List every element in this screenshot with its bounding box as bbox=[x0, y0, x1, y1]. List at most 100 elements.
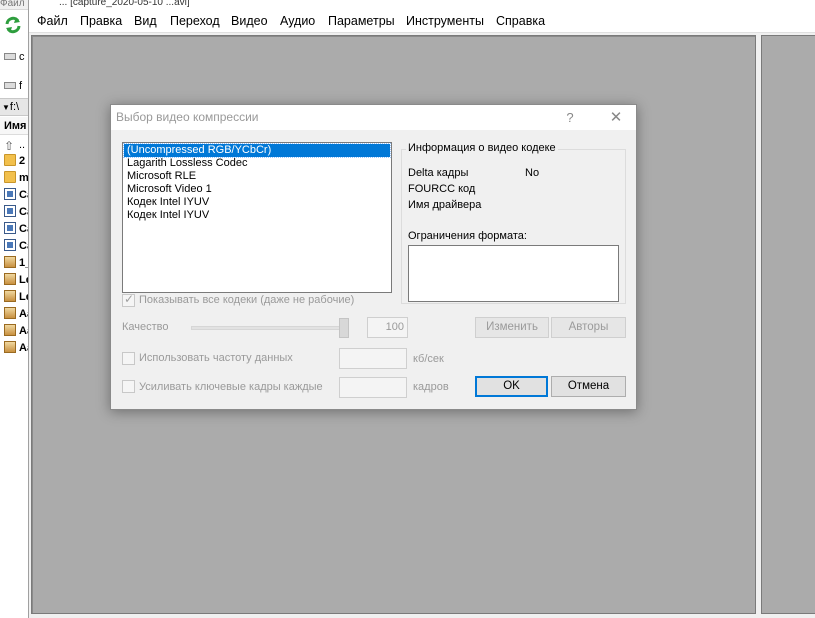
chevron-down-icon: ▼ bbox=[2, 103, 10, 112]
drive-icon bbox=[4, 53, 16, 60]
file-list-item[interactable]: Aa bbox=[0, 323, 28, 339]
codec-list-item[interactable]: Кодек Intel IYUV bbox=[124, 196, 390, 209]
folder-icon bbox=[4, 154, 16, 166]
file-list-item[interactable]: Le bbox=[0, 289, 28, 305]
path-label: f:\ bbox=[9, 101, 20, 113]
codec-list[interactable]: (Uncompressed RGB/YCbCr) Lagarith Lossles… bbox=[122, 142, 392, 293]
up-folder-item[interactable]: ⇧.. bbox=[0, 137, 28, 153]
change-button[interactable]: Изменить bbox=[475, 317, 549, 338]
menu-item[interactable]: Аудио bbox=[280, 10, 315, 33]
file-list-item[interactable]: 1_ bbox=[0, 255, 28, 271]
drive-c-item[interactable]: c bbox=[0, 49, 28, 65]
drive-c-label: c bbox=[19, 51, 25, 63]
file-list-item[interactable]: Ca bbox=[0, 221, 28, 237]
quality-slider-track[interactable] bbox=[191, 326, 346, 330]
video-file-icon bbox=[4, 222, 16, 234]
quality-value-field[interactable]: 100 bbox=[367, 317, 408, 338]
column-header-name[interactable]: Имя bbox=[0, 117, 28, 135]
quality-slider-thumb[interactable] bbox=[339, 318, 349, 338]
window-title: ... [capture_2020-05-10 ...avi] bbox=[29, 0, 815, 10]
file-panel-top-label: Файл bbox=[0, 0, 28, 10]
image-file-icon bbox=[4, 341, 16, 353]
data-rate-field[interactable] bbox=[339, 348, 407, 369]
video-file-icon bbox=[4, 239, 16, 251]
menu-item[interactable]: Справка bbox=[496, 10, 545, 33]
file-list-item[interactable]: 2 bbox=[0, 153, 28, 169]
codec-info-legend: Информация о видео кодеке bbox=[406, 142, 558, 154]
close-button[interactable]: ✕ bbox=[602, 105, 630, 130]
file-list-item-label: 2 bbox=[19, 155, 26, 167]
data-rate-label: Использовать частоту данных bbox=[139, 352, 293, 364]
file-list-item-label: Aa bbox=[19, 308, 28, 320]
file-list-item[interactable]: Aa bbox=[0, 306, 28, 322]
menu-item[interactable]: Файл bbox=[37, 10, 68, 33]
file-list-item-label: Ca bbox=[19, 223, 28, 235]
menu-item[interactable]: Правка bbox=[80, 10, 122, 33]
codec-list-item[interactable]: Microsoft RLE bbox=[124, 170, 390, 183]
codec-info-group: Информация о видео кодеке Delta кадры No… bbox=[401, 142, 626, 304]
file-list-item-label: m bbox=[19, 172, 29, 184]
data-rate-checkbox[interactable] bbox=[122, 352, 135, 365]
delta-frames-value: No bbox=[525, 167, 540, 179]
codec-list-item[interactable]: Кодек Intel IYUV bbox=[124, 209, 390, 222]
codec-list-item[interactable]: Lagarith Lossless Codec bbox=[124, 157, 390, 170]
image-file-icon bbox=[4, 256, 16, 268]
file-list-item-label: Aa bbox=[19, 325, 28, 337]
file-list-item-label: Le bbox=[19, 274, 28, 286]
dialog-title-bar[interactable]: Выбор видео компрессии ? ✕ bbox=[111, 105, 636, 130]
up-arrow-icon: ⇧ bbox=[4, 139, 15, 153]
path-bar[interactable]: ▼f:\ bbox=[0, 98, 28, 116]
file-panel: Файл c f ▼f:\ Имя ⇧.. 2 m Ca Ca Ca Ca 1_ Le Le Aa… bbox=[0, 0, 29, 618]
menu-bar: Файл Правка Вид Переход Видео Аудио Параметры И… bbox=[29, 10, 815, 33]
quality-label: Качество bbox=[122, 321, 169, 333]
file-list-item[interactable]: Aa bbox=[0, 340, 28, 356]
file-list-item-label: Le bbox=[19, 291, 28, 303]
file-list-item[interactable]: Ca bbox=[0, 204, 28, 220]
authors-button[interactable]: Авторы bbox=[551, 317, 626, 338]
keyframes-checkbox[interactable] bbox=[122, 380, 135, 393]
output-video-pane[interactable] bbox=[761, 35, 815, 614]
folder-icon bbox=[4, 171, 16, 183]
drive-f-item[interactable]: f bbox=[0, 78, 28, 94]
up-folder-label: .. bbox=[19, 139, 26, 151]
file-list-item-label: 1_ bbox=[19, 257, 28, 269]
driver-name-label: Имя драйвера bbox=[408, 199, 482, 211]
menu-item[interactable]: Инструменты bbox=[406, 10, 484, 33]
dialog-title: Выбор видео компрессии bbox=[116, 110, 259, 124]
fourcc-label: FOURCC код bbox=[408, 183, 476, 195]
file-list-item[interactable]: Le bbox=[0, 272, 28, 288]
menu-item[interactable]: Переход bbox=[170, 10, 220, 33]
drive-icon bbox=[4, 82, 16, 89]
keyframes-unit: кадров bbox=[413, 381, 449, 393]
file-list-item[interactable]: m bbox=[0, 170, 29, 186]
menu-item[interactable]: Параметры bbox=[328, 10, 395, 33]
refresh-icon[interactable] bbox=[3, 15, 23, 35]
help-button[interactable]: ? bbox=[563, 105, 577, 130]
ok-button[interactable]: OK bbox=[475, 376, 548, 397]
keyframes-field[interactable] bbox=[339, 377, 407, 398]
image-file-icon bbox=[4, 307, 16, 319]
video-compression-dialog: Выбор видео компрессии ? ✕ (Uncompressed… bbox=[110, 104, 637, 410]
file-list-item-label: Ca bbox=[19, 206, 28, 218]
image-file-icon bbox=[4, 290, 16, 302]
show-all-codecs-checkbox[interactable] bbox=[122, 292, 135, 307]
codec-list-item[interactable]: (Uncompressed RGB/YCbCr) bbox=[123, 143, 391, 158]
menu-item[interactable]: Вид bbox=[134, 10, 157, 33]
file-list-item[interactable]: Ca bbox=[0, 238, 28, 254]
image-file-icon bbox=[4, 273, 16, 285]
file-list-item-label: Ca bbox=[19, 240, 28, 252]
file-list-item-label: Ca bbox=[19, 189, 28, 201]
menu-item[interactable]: Видео bbox=[231, 10, 268, 33]
format-restrictions-box bbox=[408, 245, 619, 302]
codec-list-item[interactable]: Microsoft Video 1 bbox=[124, 183, 390, 196]
show-all-codecs-label: Показывать все кодеки (даже не рабочие) bbox=[139, 294, 355, 306]
format-restrictions-label: Ограничения формата: bbox=[408, 230, 527, 242]
video-file-icon bbox=[4, 188, 16, 200]
video-file-icon bbox=[4, 205, 16, 217]
file-list-item-label: Aa bbox=[19, 342, 28, 354]
cancel-button[interactable]: Отмена bbox=[551, 376, 626, 397]
data-rate-unit: кб/сек bbox=[413, 353, 444, 365]
image-file-icon bbox=[4, 324, 16, 336]
file-list-item[interactable]: Ca bbox=[0, 187, 28, 203]
keyframes-label: Усиливать ключевые кадры каждые bbox=[139, 381, 323, 393]
